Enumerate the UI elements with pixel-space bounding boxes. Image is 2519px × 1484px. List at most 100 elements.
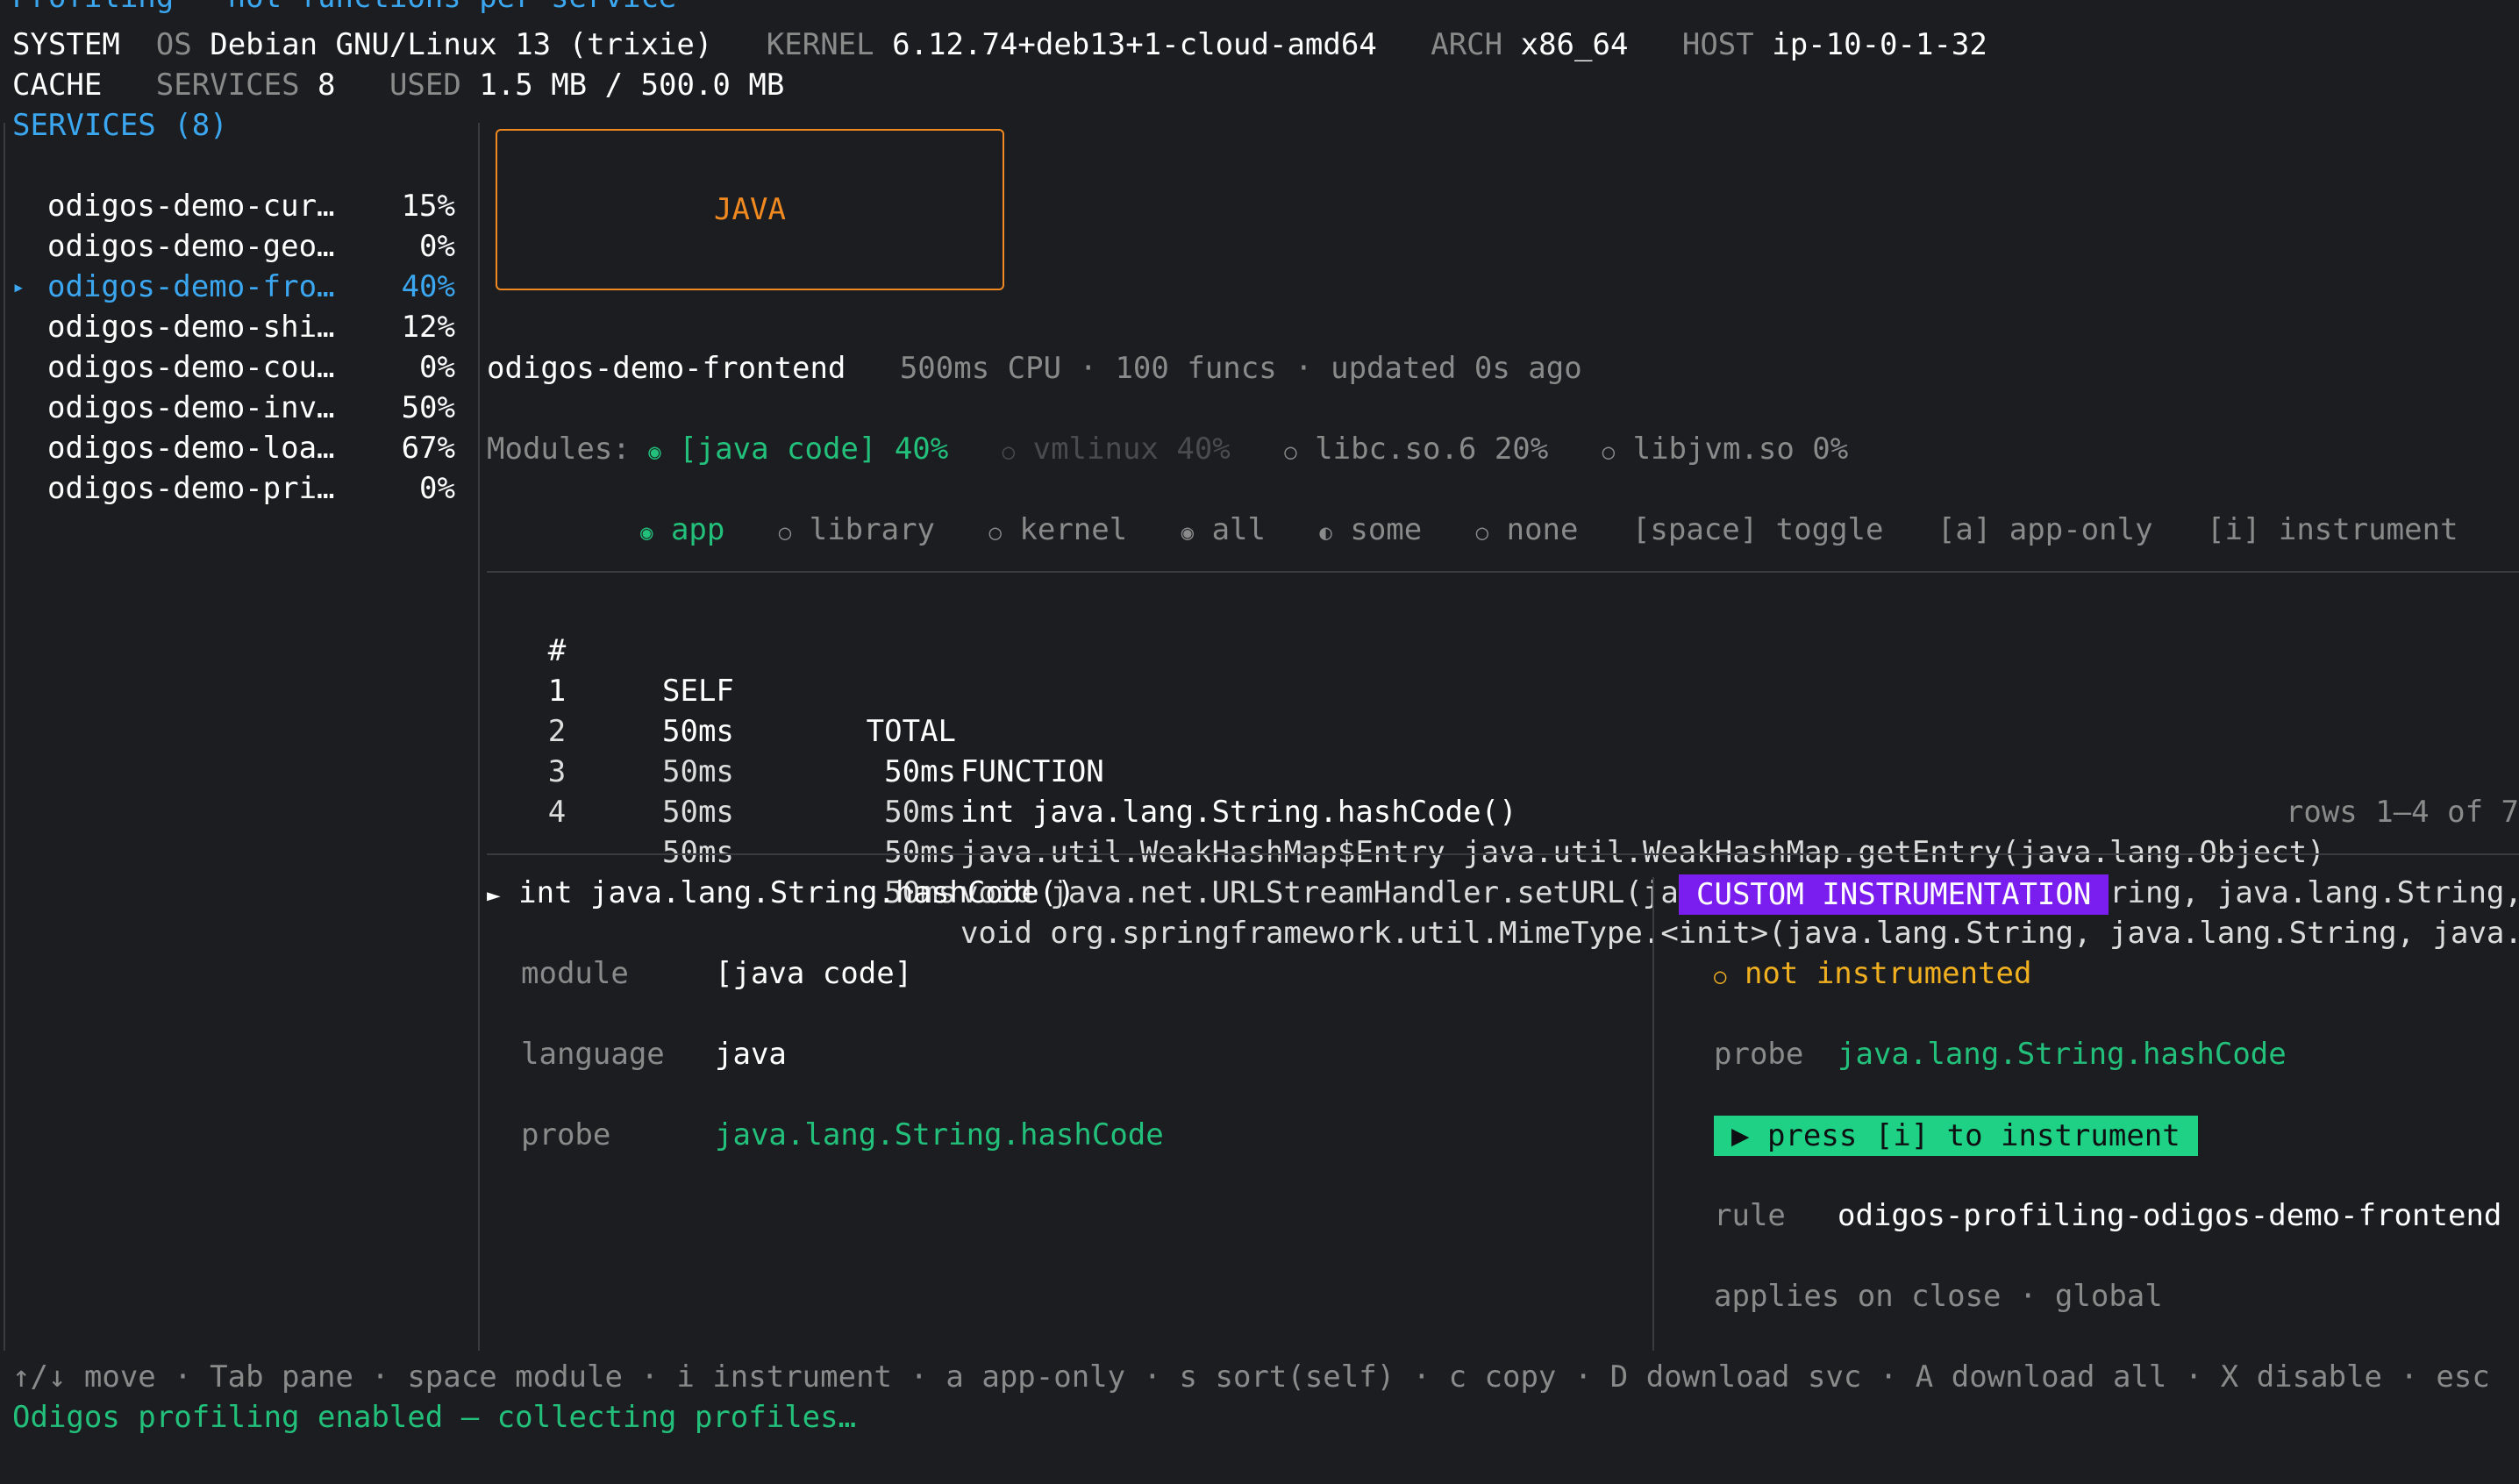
service-item-5[interactable]: odigos-demo-cou… 0% (12, 347, 455, 388)
arch-label: ARCH (1431, 27, 1503, 62)
language-badge: JAVA (496, 129, 1004, 290)
service-percent: 0% (419, 471, 455, 506)
system-info-row: SYSTEM OS Debian GNU/Linux 13 (trixie) K… (12, 25, 1987, 65)
radio-empty-icon: ○ (988, 520, 1002, 545)
module-libc[interactable]: ○ libc.so.6 20% (1284, 432, 1548, 467)
module-label: libc.so.6 20% (1315, 432, 1549, 467)
row-num: 4 (547, 795, 567, 830)
hint-instrument: [i] instrument (2206, 512, 2458, 547)
os-value: Debian GNU/Linux 13 (trixie) (210, 27, 713, 62)
row-self: 50ms (662, 835, 734, 870)
system-label: SYSTEM (12, 27, 120, 62)
page-title: Profiling · hot functions per service (12, 0, 676, 18)
modules-label: Modules: (487, 432, 631, 467)
pane-divider (478, 123, 480, 1351)
service-name: odigos-demo-inv… (47, 390, 335, 425)
service-info: odigos-demo-frontend 500ms CPU · 100 fun… (487, 348, 1582, 389)
modules-row: Modules: ◉ [java code] 40% ○ vmlinux 40%… (487, 429, 1848, 472)
table-row[interactable]: 4 50ms 50ms void org.springframework.uti… (487, 752, 2519, 951)
ci-rule-label: rule (1714, 1198, 1786, 1233)
filter-app[interactable]: ◉ app (640, 512, 724, 547)
module-label: libjvm.so 0% (1632, 432, 1849, 467)
language-badge-label: JAVA (714, 192, 786, 227)
used-label: USED (389, 68, 461, 103)
row-function: void org.springframework.util.MimeType.<… (960, 916, 2519, 951)
table-row[interactable]: 1 50ms 50ms int java.lang.String.hashCod… (487, 631, 2519, 830)
filter-all[interactable]: ◉ all (1181, 512, 1266, 547)
filter-kernel[interactable]: ○ kernel (988, 512, 1127, 547)
detail-divider (1652, 877, 1654, 1351)
service-name: odigos-demo-cou… (47, 350, 335, 385)
host-label: HOST (1681, 27, 1754, 62)
service-name: odigos-demo-fro… (47, 269, 335, 304)
status-label: not instrumented (1744, 956, 2032, 991)
filter-label: none (1506, 512, 1579, 547)
ci-probe-value: java.lang.String.hashCode (1838, 1037, 2287, 1072)
filter-row: ◉ app ○ library ○ kernel ◉ all ◐ some ○ … (640, 510, 2458, 553)
service-item-2[interactable]: odigos-demo-geo… 0% (12, 226, 455, 267)
service-percent: 67% (401, 431, 455, 466)
service-item-3-selected[interactable]: ▸ odigos-demo-fro… 40% (12, 267, 455, 307)
ci-rule-value: odigos-profiling-odigos-demo-frontend (1838, 1198, 2502, 1233)
cache-info-row: CACHE SERVICES 8 USED 1.5 MB / 500.0 MB (12, 65, 784, 105)
table-bottom-rule (487, 853, 2519, 855)
table-row[interactable]: 3 50ms 50ms void java.net.URLStreamHandl… (487, 711, 2519, 910)
service-name: odigos-demo-pri… (47, 471, 335, 506)
service-item-1[interactable]: odigos-demo-cur… 15% (12, 186, 455, 226)
table-header: # SELF TOTAL FUNCTION (487, 590, 2519, 789)
service-item-6[interactable]: odigos-demo-inv… 50% (12, 388, 455, 428)
filter-label: some (1350, 512, 1423, 547)
module-vmlinux[interactable]: ○ vmlinux 40% (1003, 432, 1231, 467)
selected-marker: ▸ (12, 275, 25, 299)
filter-library[interactable]: ○ library (779, 512, 935, 547)
detail-header: ► int java.lang.String.hashCode() (487, 873, 1075, 916)
radio-empty-icon: ○ (1602, 439, 1616, 464)
table-top-rule (487, 571, 2519, 573)
radio-empty-icon: ○ (778, 520, 792, 545)
row-function: int java.lang.String.hashCode() (960, 795, 1517, 830)
service-meta: 500ms CPU · 100 funcs · updated 0s ago (899, 351, 1582, 386)
radio-selected-icon: ◉ (1181, 520, 1195, 545)
module-libjvm[interactable]: ○ libjvm.so 0% (1602, 432, 1849, 467)
ci-applies: applies on close · global (1714, 1279, 2163, 1314)
filter-label: all (1211, 512, 1266, 547)
table-pagination: rows 1–4 of 7 (2285, 795, 2519, 830)
kernel-label: KERNEL (766, 27, 874, 62)
expand-arrow-icon: ► (487, 882, 501, 909)
sidebar-title: SERVICES (8) (12, 108, 228, 143)
filter-label: app (670, 512, 725, 547)
service-percent: 12% (401, 310, 455, 345)
service-percent: 0% (419, 229, 455, 264)
service-item-8[interactable]: odigos-demo-pri… 0% (12, 468, 455, 509)
used-value: 1.5 MB / 500.0 MB (479, 68, 785, 103)
service-name: odigos-demo-geo… (47, 229, 335, 264)
cache-label: CACHE (12, 68, 103, 103)
service-title: odigos-demo-frontend (487, 351, 846, 386)
row-function: java.util.WeakHashMap$Entry java.util.We… (960, 835, 2325, 870)
services-count-label: SERVICES (155, 68, 300, 103)
hint-app-only: [a] app-only (1937, 512, 2153, 547)
service-percent: 50% (401, 390, 455, 425)
table-row[interactable]: 2 50ms 50ms java.util.WeakHashMap$Entry … (487, 671, 2519, 870)
radio-empty-icon: ○ (1002, 439, 1016, 464)
module-java-code[interactable]: ◉ [java code] 40% (648, 432, 948, 467)
detail-probe-label: probe (521, 1117, 611, 1152)
kernel-value: 6.12.74+deb13+1-cloud-amd64 (892, 27, 1377, 62)
left-border (4, 123, 5, 1351)
instrument-button[interactable]: ▶ press [i] to instrument (1714, 1116, 2198, 1156)
service-item-7[interactable]: odigos-demo-loa… 67% (12, 428, 455, 468)
filter-none[interactable]: ○ none (1476, 512, 1579, 547)
filter-label: kernel (1019, 512, 1128, 547)
detail-language-value: java (715, 1037, 787, 1072)
ci-probe-label: probe (1714, 1037, 1804, 1072)
radio-selected-icon: ◉ (640, 520, 653, 545)
radio-selected-icon: ◉ (648, 439, 661, 464)
service-name: odigos-demo-loa… (47, 431, 335, 466)
filter-some[interactable]: ◐ some (1319, 512, 1422, 547)
os-label: OS (155, 27, 192, 62)
host-value: ip-10-0-1-32 (1772, 27, 1987, 62)
services-count-value: 8 (318, 68, 336, 103)
detail-title: int java.lang.String.hashCode() (518, 875, 1075, 910)
service-percent: 15% (401, 189, 455, 224)
service-item-4[interactable]: odigos-demo-shi… 12% (12, 307, 455, 347)
